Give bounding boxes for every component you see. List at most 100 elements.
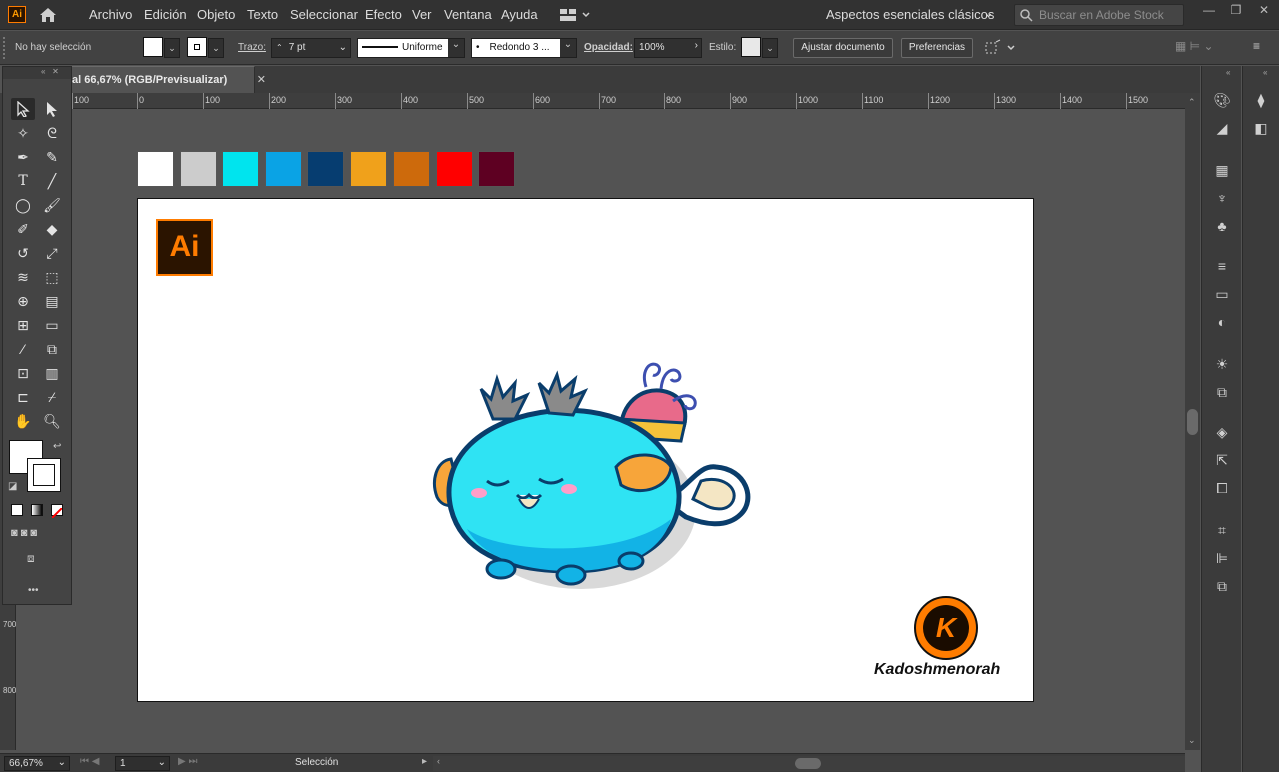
collapse-icon[interactable]: « bbox=[1263, 68, 1267, 77]
align-panel-icon[interactable]: ⊫ bbox=[1212, 548, 1232, 568]
stroke-label[interactable]: Trazo: bbox=[238, 42, 266, 53]
menu-objeto[interactable]: Objeto bbox=[197, 7, 235, 22]
palette-chip[interactable] bbox=[222, 151, 259, 187]
restore-button[interactable]: ❐ bbox=[1225, 3, 1247, 21]
palette-chip[interactable] bbox=[137, 151, 174, 187]
horizontal-scrollbar[interactable]: ‹ bbox=[433, 756, 1185, 771]
scroll-up-icon[interactable]: ⌃ bbox=[1188, 97, 1196, 108]
stepper-icon[interactable]: ⌃ bbox=[276, 43, 283, 52]
opacity-input[interactable]: 100% › bbox=[634, 38, 702, 58]
rotate-tool-icon[interactable]: ↺ bbox=[11, 242, 35, 264]
slice-tool-icon[interactable]: ⌿ bbox=[40, 386, 64, 408]
chevron-down-icon[interactable]: ⌄ bbox=[158, 757, 166, 768]
menu-texto[interactable]: Texto bbox=[247, 7, 278, 22]
artboard-number-select[interactable]: 1 ⌄ bbox=[115, 756, 170, 771]
pathfinder-icon[interactable]: ⧉ bbox=[1212, 576, 1232, 596]
opacity-label[interactable]: Opacidad: bbox=[584, 42, 633, 53]
gradient-panel-icon[interactable]: ▭ bbox=[1212, 284, 1232, 304]
menu-archivo[interactable]: Archivo bbox=[89, 7, 132, 22]
scroll-down-icon[interactable]: ⌄ bbox=[1188, 735, 1196, 746]
stroke-dropdown[interactable]: ⌄ bbox=[208, 38, 224, 58]
properties-icon[interactable]: ◧ bbox=[1251, 118, 1271, 138]
eraser-tool-icon[interactable]: ◆ bbox=[40, 218, 64, 240]
mesh-tool-icon[interactable]: ⊞ bbox=[11, 314, 35, 336]
direct-selection-tool-icon[interactable] bbox=[40, 98, 64, 120]
shape-builder-tool-icon[interactable]: ⊕ bbox=[11, 290, 35, 312]
axie-illustration[interactable] bbox=[431, 349, 757, 589]
pen-tool-icon[interactable]: ✒ bbox=[11, 146, 35, 168]
artboard-nav-next-icon[interactable]: ▶ ⏭ bbox=[178, 756, 197, 767]
scroll-thumb[interactable] bbox=[795, 758, 821, 769]
palette-chip[interactable] bbox=[350, 151, 387, 187]
palette-chip[interactable] bbox=[307, 151, 344, 187]
menu-seleccionar[interactable]: Seleccionar bbox=[290, 7, 358, 22]
graph-tool-icon[interactable]: ▥ bbox=[40, 362, 64, 384]
brushes-icon[interactable]: ♆ bbox=[1212, 188, 1232, 208]
collapse-icon[interactable]: « bbox=[1226, 68, 1230, 77]
close-button[interactable]: ✕ bbox=[1253, 3, 1275, 21]
chevron-down-icon[interactable]: ⌄ bbox=[339, 42, 347, 53]
libraries-icon[interactable]: ⧫ bbox=[1251, 90, 1271, 110]
export-icon[interactable]: ⇱ bbox=[1212, 450, 1232, 470]
stroke-color-box[interactable] bbox=[27, 458, 61, 492]
lasso-tool-icon[interactable]: ᘓ bbox=[40, 122, 64, 144]
ellipse-tool-icon[interactable]: ◯ bbox=[11, 194, 35, 216]
stroke-swatch[interactable] bbox=[187, 37, 207, 57]
home-icon[interactable] bbox=[38, 6, 58, 24]
artboard-nav-prev-icon[interactable]: ⏮ ◀ bbox=[80, 756, 99, 767]
curvature-tool-icon[interactable]: ✎ bbox=[40, 146, 64, 168]
magic-wand-tool-icon[interactable]: ✧ bbox=[11, 122, 35, 144]
transform-panel-icon[interactable]: ⌗ bbox=[1212, 520, 1232, 540]
preferences-button[interactable]: Preferencias bbox=[901, 38, 973, 58]
chevron-down-icon[interactable]: ⌄ bbox=[58, 757, 66, 768]
collapse-icon[interactable]: « ✕ bbox=[3, 67, 71, 79]
line-tool-icon[interactable]: ╱ bbox=[40, 170, 64, 192]
chevron-right-icon[interactable]: › bbox=[695, 40, 698, 51]
appearance-icon[interactable]: ☀ bbox=[1212, 354, 1232, 374]
scale-tool-icon[interactable]: ⤢ bbox=[40, 242, 64, 264]
menu-efecto[interactable]: Efecto bbox=[365, 7, 402, 22]
free-transform-tool-icon[interactable]: ⬚ bbox=[40, 266, 64, 288]
fill-swatch[interactable] bbox=[143, 37, 163, 57]
palette-chip[interactable] bbox=[478, 151, 515, 187]
type-tool-icon[interactable]: T bbox=[11, 170, 35, 192]
close-tab-icon[interactable]: ✕ bbox=[257, 73, 266, 86]
palette-chip[interactable] bbox=[265, 151, 302, 187]
screen-mode-icon[interactable]: ⧈ bbox=[27, 551, 35, 566]
color-panel-icon[interactable]: 🎨︎ bbox=[1212, 90, 1232, 110]
menu-ver[interactable]: Ver bbox=[412, 7, 432, 22]
layers-icon[interactable]: ◈ bbox=[1212, 422, 1232, 442]
warp-tool-icon[interactable]: ≋ bbox=[11, 266, 35, 288]
symbols-icon[interactable]: ♣ bbox=[1212, 216, 1232, 236]
chevron-down-icon[interactable]: ⌄ bbox=[448, 39, 464, 57]
scroll-left-icon[interactable]: ‹ bbox=[437, 756, 440, 766]
stock-search-input[interactable]: Buscar en Adobe Stock bbox=[1014, 4, 1184, 26]
none-mode-icon[interactable] bbox=[51, 504, 63, 519]
palette-chip[interactable] bbox=[180, 151, 217, 187]
artboards-icon[interactable]: ⧠ bbox=[1212, 478, 1232, 498]
zoom-select[interactable]: 66,67% ⌄ bbox=[4, 756, 70, 771]
document-tab[interactable]: al 66,67% (RGB/Previsualizar) ✕ bbox=[72, 66, 266, 93]
swatches-icon[interactable]: ▦ bbox=[1212, 160, 1232, 180]
draw-normal-icon[interactable]: ◙ ◙ ◙ bbox=[11, 527, 37, 539]
brush-select[interactable]: • Redondo 3 ... ⌄ bbox=[471, 38, 577, 58]
style-dropdown[interactable]: ⌄ bbox=[762, 38, 778, 58]
align-icon[interactable]: ▦ ⊨ ⌄ bbox=[1175, 39, 1235, 57]
gradient-mode-icon[interactable] bbox=[31, 504, 43, 516]
status-menu-icon[interactable]: ▸ bbox=[422, 756, 427, 767]
transparency-icon[interactable]: ◐ bbox=[1212, 312, 1232, 332]
gradient-tool-icon[interactable]: ▭ bbox=[40, 314, 64, 336]
symbol-sprayer-tool-icon[interactable]: ⊡ bbox=[11, 362, 35, 384]
stroke-weight-input[interactable]: ⌃ 7 pt ⌄ bbox=[271, 38, 351, 58]
stroke-panel-icon[interactable]: ≡ bbox=[1212, 256, 1232, 276]
artboard-tool-icon[interactable]: ⊏ bbox=[11, 386, 35, 408]
perspective-grid-tool-icon[interactable]: ▤ bbox=[40, 290, 64, 312]
transform-icon[interactable] bbox=[983, 39, 1017, 57]
scroll-thumb[interactable] bbox=[1187, 409, 1198, 435]
menu-edicion[interactable]: Edición bbox=[144, 7, 187, 22]
edit-toolbar-icon[interactable]: ••• bbox=[28, 585, 39, 596]
palette-chip[interactable] bbox=[436, 151, 473, 187]
menu-ayuda[interactable]: Ayuda bbox=[501, 7, 538, 22]
fit-document-button[interactable]: Ajustar documento bbox=[793, 38, 893, 58]
stroke-profile-select[interactable]: Uniforme ⌄ bbox=[357, 38, 465, 58]
